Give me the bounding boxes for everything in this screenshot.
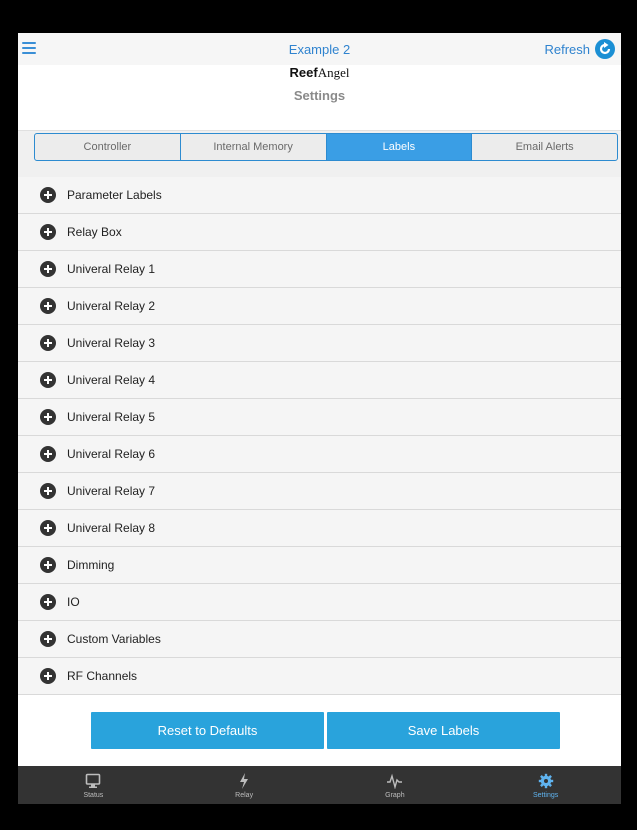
- nav-item-status[interactable]: Status: [18, 766, 169, 804]
- logo-reef: Reef: [289, 65, 318, 80]
- pulse-icon: [386, 771, 404, 791]
- plus-circle-icon: [40, 187, 56, 203]
- plus-circle-icon: [40, 409, 56, 425]
- list-item-label: Relay Box: [67, 225, 122, 239]
- reef-angel-logo: ReefAngel: [18, 65, 621, 81]
- list-item-universal-relay-2[interactable]: Univeral Relay 2: [18, 288, 621, 325]
- nav-label: Status: [83, 792, 104, 799]
- tab-internal-memory[interactable]: Internal Memory: [181, 134, 327, 160]
- lightning-icon: [238, 771, 250, 791]
- list-item-rf-channels[interactable]: RF Channels: [18, 658, 621, 695]
- tabs-bar: Controller Internal Memory Labels Email …: [18, 130, 621, 180]
- list-item-io[interactable]: IO: [18, 584, 621, 621]
- list-item-label: Custom Variables: [67, 632, 161, 646]
- list-item-label: Univeral Relay 7: [67, 484, 156, 498]
- plus-circle-icon: [40, 520, 56, 536]
- plus-circle-icon: [40, 668, 56, 684]
- action-bar: Reset to Defaults Save Labels: [18, 695, 621, 765]
- nav-item-settings[interactable]: Settings: [470, 766, 621, 804]
- gear-icon: [538, 771, 554, 791]
- nav-item-graph[interactable]: Graph: [320, 766, 471, 804]
- list-item-relay-box[interactable]: Relay Box: [18, 214, 621, 251]
- nav-item-relay[interactable]: Relay: [169, 766, 320, 804]
- list-item-label: Univeral Relay 1: [67, 262, 156, 276]
- page-title: Settings: [293, 88, 346, 103]
- plus-circle-icon: [40, 372, 56, 388]
- refresh-button[interactable]: Refresh: [544, 38, 615, 60]
- settings-tabs: Controller Internal Memory Labels Email …: [34, 133, 618, 161]
- monitor-icon: [85, 771, 101, 791]
- list-item-universal-relay-8[interactable]: Univeral Relay 8: [18, 510, 621, 547]
- list-item-label: Univeral Relay 4: [67, 373, 156, 387]
- header-bar: Example 2 Refresh: [18, 33, 621, 65]
- tab-controller[interactable]: Controller: [35, 134, 181, 160]
- list-item-universal-relay-6[interactable]: Univeral Relay 6: [18, 436, 621, 473]
- refresh-label: Refresh: [544, 41, 590, 57]
- list-item-universal-relay-4[interactable]: Univeral Relay 4: [18, 362, 621, 399]
- nav-label: Graph: [385, 792, 405, 799]
- app-screen: Example 2 Refresh ReefAngel Settings Con…: [18, 33, 621, 804]
- plus-circle-icon: [40, 224, 56, 240]
- plus-circle-icon: [40, 483, 56, 499]
- header-title: Example 2: [288, 42, 351, 57]
- list-item-label: Dimming: [67, 558, 115, 572]
- list-item-label: Univeral Relay 2: [67, 299, 156, 313]
- list-item-universal-relay-3[interactable]: Univeral Relay 3: [18, 325, 621, 362]
- nav-label: Settings: [532, 792, 559, 799]
- tab-labels[interactable]: Labels: [326, 134, 473, 160]
- list-item-universal-relay-7[interactable]: Univeral Relay 7: [18, 473, 621, 510]
- labels-list: Parameter Labels Relay Box Univeral Rela…: [18, 177, 621, 695]
- plus-circle-icon: [40, 446, 56, 462]
- bottom-nav: Status Relay Graph Settings: [18, 766, 621, 804]
- list-item-dimming[interactable]: Dimming: [18, 547, 621, 584]
- list-item-label: Parameter Labels: [67, 188, 162, 202]
- plus-circle-icon: [40, 557, 56, 573]
- save-labels-button[interactable]: Save Labels: [327, 712, 560, 749]
- list-item-label: Univeral Relay 6: [67, 447, 156, 461]
- plus-circle-icon: [40, 335, 56, 351]
- logo-angel: Angel: [317, 65, 350, 80]
- tab-email-alerts[interactable]: Email Alerts: [472, 134, 617, 160]
- refresh-icon: [595, 39, 615, 59]
- list-item-label: RF Channels: [67, 669, 138, 683]
- list-item-label: Univeral Relay 3: [67, 336, 156, 350]
- list-item-parameter-labels[interactable]: Parameter Labels: [18, 177, 621, 214]
- list-item-universal-relay-1[interactable]: Univeral Relay 1: [18, 251, 621, 288]
- plus-circle-icon: [40, 298, 56, 314]
- plus-circle-icon: [40, 261, 56, 277]
- nav-label: Relay: [235, 792, 254, 799]
- reset-to-defaults-button[interactable]: Reset to Defaults: [91, 712, 324, 749]
- list-item-label: Univeral Relay 8: [67, 521, 156, 535]
- list-item-custom-variables[interactable]: Custom Variables: [18, 621, 621, 658]
- list-item-label: IO: [67, 595, 80, 609]
- list-item-universal-relay-5[interactable]: Univeral Relay 5: [18, 399, 621, 436]
- plus-circle-icon: [40, 594, 56, 610]
- plus-circle-icon: [40, 631, 56, 647]
- list-item-label: Univeral Relay 5: [67, 410, 156, 424]
